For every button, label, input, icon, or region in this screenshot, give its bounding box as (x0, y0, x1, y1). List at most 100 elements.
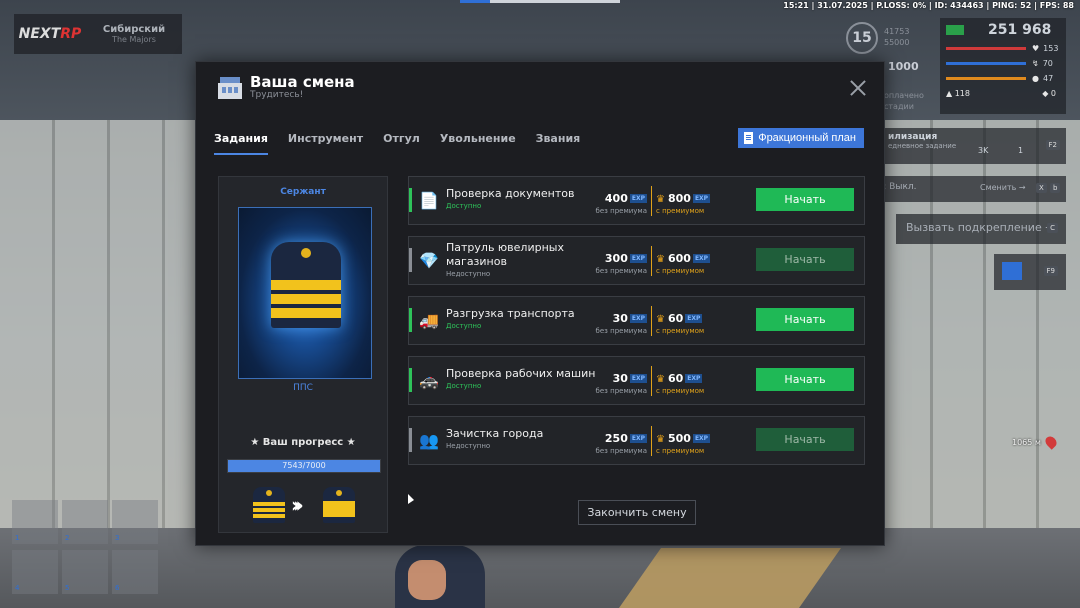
heart-icon: ♥ (1032, 44, 1040, 53)
premium-reward: ♛ 600 EXP с премиумом (656, 252, 711, 275)
start-task-button[interactable]: Начать (756, 428, 854, 451)
crown-icon: ♛ (656, 254, 665, 265)
hunger-value: 47 (1042, 74, 1054, 83)
police-station-icon (218, 75, 242, 101)
task-status: Доступно (446, 322, 482, 330)
start-task-button[interactable]: Начать (756, 308, 854, 331)
task-row: 📄 Проверка документов Доступно 400 EXP без пр… (408, 176, 865, 225)
server-logo: NEXTRP Сибирский The Majors (14, 14, 182, 54)
availability-indicator (409, 368, 412, 392)
mouse-cursor-icon (408, 494, 414, 504)
level-badge: 15 (846, 22, 878, 54)
radio-panel: ал: Выкл. Сменить → X b (868, 176, 1066, 202)
health-bar (946, 47, 1026, 50)
jewelry-icon: 💎 (419, 251, 439, 270)
base-reward: 250 EXP без премиума (595, 432, 647, 455)
hunger-bar (946, 77, 1026, 80)
task-row: 🚓 Проверка рабочих машин Доступно 30 EXP без … (408, 356, 865, 405)
inventory-slot[interactable]: 2 (62, 500, 108, 544)
fraction-plan-button[interactable]: Фракционный план (738, 128, 864, 148)
finish-shift-button[interactable]: Закончить смену (578, 500, 696, 525)
close-icon[interactable] (850, 80, 866, 96)
player-hand (408, 560, 446, 600)
modal-title: Ваша смена (250, 73, 355, 91)
map-distance: 1065 м (1012, 438, 1041, 447)
tab-ranks[interactable]: Звания (536, 132, 581, 155)
mobilization-title: илизация (888, 132, 938, 142)
car-icon: 🚓 (419, 371, 439, 390)
call-backup-hint: Вызвать подкрепление → (906, 221, 1055, 234)
base-reward: 30 EXP без премиума (595, 372, 647, 395)
inventory-slot[interactable]: 6 (112, 550, 158, 594)
people-icon: 👥 (419, 431, 439, 450)
tab-tasks[interactable]: Задания (214, 132, 268, 155)
stamina-bar (946, 62, 1026, 65)
inventory-slot[interactable]: 5 (62, 550, 108, 594)
documents-icon: 📄 (419, 191, 439, 210)
premium-reward: ♛ 500 EXP с премиумом (656, 432, 711, 455)
status-bar: 15:21 | 31.07.2025 | P.LOSS: 0% | ID: 43… (783, 1, 1074, 10)
health-value: 153 (1043, 44, 1059, 53)
rank-name: Сержант (280, 187, 326, 197)
rank-image (238, 207, 372, 379)
rank-department: ППС (293, 383, 313, 393)
modal-subtitle: Трудитесь! (250, 90, 304, 100)
start-task-button[interactable]: Начать (756, 248, 854, 271)
tab-tool[interactable]: Инструмент (288, 132, 363, 155)
task-name: Патруль ювелирных магазинов (446, 241, 564, 268)
server-name: Сибирский (102, 24, 166, 35)
radio-switch-hint: Сменить → (980, 183, 1026, 192)
hud-side-text: оплачено стадии (884, 91, 924, 111)
quick-inventory: 1 2 3 4 5 6 (12, 500, 158, 596)
calendar-panel: F9 (994, 254, 1066, 290)
faction-name: The Majors (112, 35, 156, 44)
key-b-hint: b (1050, 183, 1061, 193)
inventory-slot[interactable]: 3 (112, 500, 158, 544)
epaulette-icon (271, 242, 341, 328)
base-reward: 300 EXP без премиума (595, 252, 647, 275)
mobilization-count-1: 3K (978, 146, 989, 155)
inventory-slot[interactable]: 4 (12, 550, 58, 594)
crown-icon: ♛ (656, 194, 665, 205)
modal-header: Ваша смена Трудитесь! (218, 74, 355, 101)
food-icon: ● (1032, 74, 1039, 83)
inventory-slot[interactable]: 1 (12, 500, 58, 544)
next-rank-icon (323, 487, 355, 523)
forklift-icon: 🚚 (419, 311, 439, 330)
progress-title: ★ Ваш прогресс ★ (250, 437, 356, 448)
premium-reward: ♛ 800 EXP с премиумом (656, 192, 711, 215)
wanted-icon: ◆ (1042, 89, 1049, 98)
armor-icon: ▲ (946, 89, 953, 98)
level-indicator: 15 41753 55000 (842, 20, 936, 56)
modal-tabs: Задания Инструмент Отгул Увольнение Зван… (214, 132, 600, 155)
tab-dismissal[interactable]: Увольнение (440, 132, 516, 155)
run-icon: ↯ (1032, 59, 1039, 68)
availability-indicator (409, 428, 412, 452)
tab-day-off[interactable]: Отгул (383, 132, 420, 155)
availability-indicator (409, 188, 412, 212)
premium-reward: ♛ 60 EXP с премиумом (656, 372, 705, 395)
mobilization-panel: илизация едневное задание 3K 1 F2 (884, 128, 1066, 164)
start-task-button[interactable]: Начать (756, 188, 854, 211)
start-task-button[interactable]: Начать (756, 368, 854, 391)
rank-card: Сержант ППС ★ Ваш прогресс ★ 7543/7000 ›… (218, 176, 388, 533)
key-c-hint: C (1047, 223, 1058, 233)
call-backup-panel: Вызвать подкрепление → C (896, 214, 1066, 244)
armor-value: 118 (954, 89, 970, 98)
task-status: Доступно (446, 382, 482, 390)
task-row: 👥 Зачистка города Недоступно 250 EXP без прем… (408, 416, 865, 465)
mobilization-subtitle: едневное задание (888, 142, 957, 150)
task-name: Зачистка города (446, 427, 544, 440)
crown-icon: ♛ (656, 434, 665, 445)
xp-total: 55000 (884, 38, 910, 47)
base-reward: 30 EXP без премиума (595, 312, 647, 335)
wanted-value: 0 (1050, 89, 1056, 98)
key-x-hint: X (1036, 183, 1047, 193)
rank-progress-bar: 7543/7000 (227, 459, 381, 473)
rank-progress-text: 7543/7000 (282, 461, 326, 470)
money-icon (946, 25, 964, 35)
key-f9-hint: F9 (1043, 266, 1058, 276)
availability-indicator (409, 248, 412, 272)
task-row: 🚚 Разгрузка транспорта Доступно 30 EXP без пр… (408, 296, 865, 345)
document-icon (744, 132, 754, 144)
